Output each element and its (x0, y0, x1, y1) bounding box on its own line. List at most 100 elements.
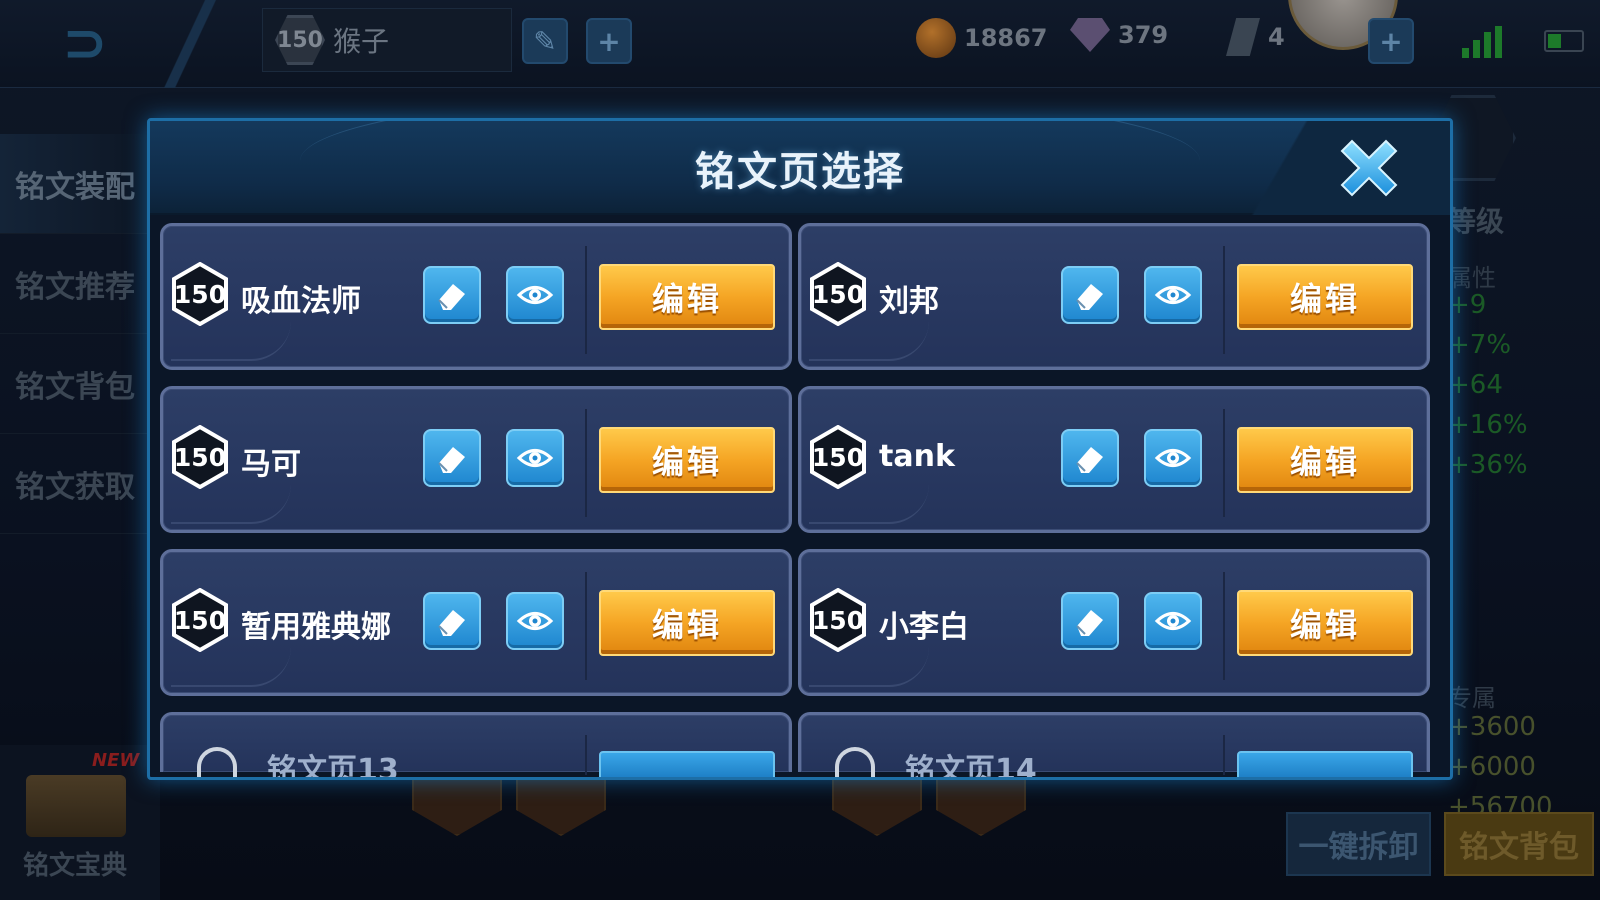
close-button[interactable] (1332, 131, 1406, 205)
divider (1223, 735, 1225, 775)
stats-panel: 等级 属性 +9 +7% +64 +16% +36% 专属 +3600 +600… (1430, 90, 1600, 822)
level-text: 150 (173, 279, 227, 309)
unlock-button[interactable] (599, 751, 775, 777)
rune-page-card: 150 tank 编辑 (798, 386, 1430, 533)
ticket-counter: 4 (1226, 18, 1285, 56)
dialog-title: 铭文页选择 (695, 149, 905, 195)
rune-page-card: 150 吸血法师 编辑 (160, 223, 792, 370)
edit-button[interactable]: 编辑 (599, 427, 775, 493)
level-badge: 150 (171, 262, 229, 326)
attr-value: +64 (1448, 370, 1503, 400)
rename-button[interactable] (423, 266, 481, 324)
codex-label: 铭文宝典 (22, 851, 127, 881)
edit-button[interactable]: 编辑 (599, 590, 775, 656)
close-icon (1340, 139, 1398, 197)
view-button[interactable] (506, 592, 564, 650)
card-decor (809, 647, 929, 687)
sidebar-item-equip[interactable]: 铭文装配 (0, 134, 150, 234)
divider (1223, 409, 1225, 517)
view-button[interactable] (1144, 592, 1202, 650)
divider (1223, 572, 1225, 680)
card-decor (809, 484, 929, 524)
exclusive-value: +6000 (1448, 752, 1536, 782)
sidebar: 铭文装配 铭文推荐 铭文背包 铭文获取 (0, 134, 150, 534)
rename-button[interactable] (1061, 592, 1119, 650)
book-icon (26, 775, 126, 837)
rename-button[interactable] (423, 592, 481, 650)
card-decor (171, 647, 291, 687)
eye-icon (516, 286, 554, 304)
gem-icon (1070, 18, 1110, 52)
gem-value: 379 (1118, 21, 1169, 49)
rename-button[interactable] (1061, 266, 1119, 324)
divider (1223, 246, 1225, 354)
rename-button[interactable] (1061, 429, 1119, 487)
eye-icon (1154, 612, 1192, 630)
decor-slash (150, 0, 230, 88)
level-label: 等级 (1448, 205, 1505, 238)
add-button[interactable]: + (586, 18, 632, 64)
edit-button[interactable]: 编辑 (599, 264, 775, 330)
lock-icon (197, 747, 237, 777)
player-info: 150 猴子 (262, 8, 512, 72)
exclusive-value: +3600 (1448, 712, 1536, 742)
eye-icon (1154, 286, 1192, 304)
rune-page-name: 刘邦 (879, 284, 939, 319)
eye-icon (516, 449, 554, 467)
back-button[interactable]: ⊃ (30, 11, 140, 74)
edit-button[interactable]: 编辑 (1237, 264, 1413, 330)
view-button[interactable] (1144, 429, 1202, 487)
rename-button[interactable] (423, 429, 481, 487)
attr-label: 属性 (1448, 264, 1496, 292)
edit-button[interactable]: 编辑 (1237, 590, 1413, 656)
attr-value: +36% (1448, 450, 1528, 480)
eraser-icon (438, 447, 465, 473)
rune-page-name: 马可 (241, 447, 301, 482)
level-text: 150 (811, 605, 865, 635)
unlock-button[interactable] (1237, 751, 1413, 777)
coin-counter: 18867 (916, 18, 1048, 58)
gem-counter: 379 (1070, 18, 1168, 52)
card-decor (809, 321, 929, 361)
eye-icon (1154, 449, 1192, 467)
rune-page-card[interactable]: 铭文页13 (160, 712, 792, 777)
rune-page-card[interactable]: 铭文页14 (798, 712, 1430, 777)
attr-value: +9 (1448, 290, 1487, 320)
view-button[interactable] (1144, 266, 1202, 324)
dialog-header: 铭文页选择 (150, 121, 1450, 215)
divider (585, 572, 587, 680)
level-badge: 150 (171, 425, 229, 489)
exclusive-label: 专属 (1448, 684, 1496, 712)
codex-button[interactable]: NEW 铭文宝典 (0, 745, 160, 900)
level-badge: 150 (809, 262, 867, 326)
sidebar-item-recommend[interactable]: 铭文推荐 (0, 234, 150, 334)
attr-value: +7% (1448, 330, 1512, 360)
recharge-button[interactable]: + (1368, 18, 1414, 64)
level-text: 150 (173, 442, 227, 472)
view-button[interactable] (506, 429, 564, 487)
eye-icon (516, 612, 554, 630)
eraser-icon (1076, 447, 1103, 473)
divider (585, 246, 587, 354)
edit-button[interactable]: 编辑 (1237, 427, 1413, 493)
level-badge: 150 (171, 588, 229, 652)
eraser-icon (1076, 610, 1103, 636)
sidebar-item-obtain[interactable]: 铭文获取 (0, 434, 150, 534)
rune-page-card: 150 小李白 编辑 (798, 549, 1430, 696)
battery-icon (1544, 30, 1584, 52)
ticket-icon (1226, 18, 1260, 56)
rune-page-card: 150 刘邦 编辑 (798, 223, 1430, 370)
lock-icon (835, 747, 875, 777)
divider (585, 735, 587, 775)
sidebar-item-bag[interactable]: 铭文背包 (0, 334, 150, 434)
view-button[interactable] (506, 266, 564, 324)
level-badge: 150 (809, 425, 867, 489)
divider (585, 409, 587, 517)
rename-player-button[interactable]: ✎ (522, 18, 568, 64)
card-decor (171, 484, 291, 524)
ticket-value: 4 (1268, 23, 1285, 51)
unload-all-button[interactable]: 一键拆卸 (1286, 812, 1431, 876)
rune-page-card: 150 暂用雅典娜 编辑 (160, 549, 792, 696)
signal-icon (1462, 26, 1502, 58)
rune-bag-button[interactable]: 铭文背包 (1444, 812, 1594, 876)
